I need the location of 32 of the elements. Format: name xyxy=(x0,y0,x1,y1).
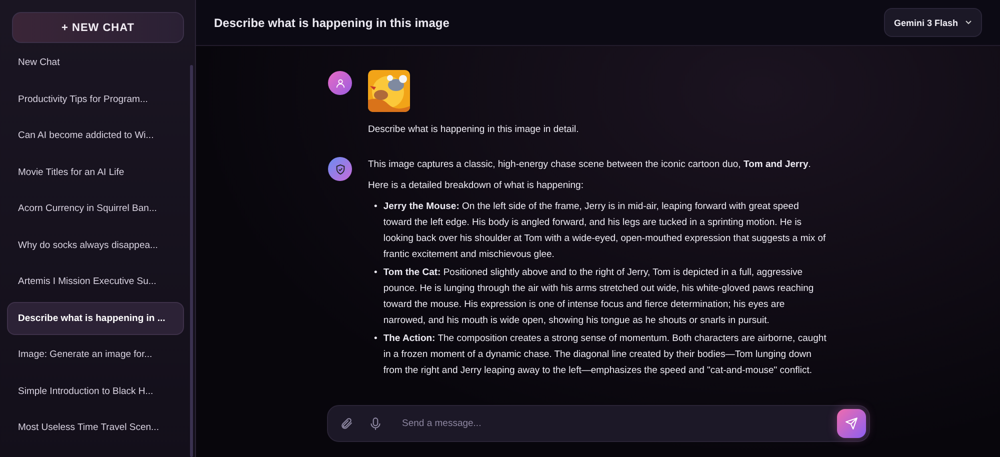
response-paragraph: This image captures a classic, high-energy chase scene between the iconic cartoon duo, Tom and Jerry. xyxy=(368,158,812,172)
chat-history-item[interactable]: Most Useless Time Travel Scen... xyxy=(7,411,184,444)
chevron-down-icon xyxy=(965,20,972,25)
chat-history-item[interactable]: Why do socks always disappea... xyxy=(7,228,184,262)
bullet-marker: • xyxy=(374,200,378,214)
message-input-field[interactable]: Send a message... xyxy=(327,405,870,442)
response-bullet: The Action: The composition creates a strong sense of momentum. Both characters are airborne, caught in a frozen moment of a dynamic chase. The diagonal line created by their bodies—Tom lunging down from the right and Jerry leaping away to the left—emphasizes the speed and "cat-and-mouse" conflict. xyxy=(383,332,828,378)
chat-history-item[interactable]: Productivity Tips for Program... xyxy=(7,82,184,116)
chat-history-item[interactable]: Simple Introduction to Black H... xyxy=(7,374,184,408)
send-icon xyxy=(845,417,858,430)
user-message: Describe what is happening in this image in detail. xyxy=(368,123,580,137)
response-paragraph: Here is a detailed breakdown of what is happening: xyxy=(368,179,584,193)
chat-history-item[interactable]: Movie Titles for an AI Life xyxy=(7,156,184,188)
chat-history-item[interactable]: Image: Generate an image for... xyxy=(7,338,184,371)
paperclip-icon[interactable] xyxy=(340,417,353,430)
response-bullet: Tom the Cat: Positioned slightly above and to the right of Jerry, Tom is depicted in a full, aggressive pounce. He is lunging through the air with his arms stretched out wide, his white-gloved paws reaching toward the mouse. His expression is one of intense focus and fierce determination; his eyes are narrowed, and his mouth is wide open, showing his tongue as he shouts or snarls in pursuit. xyxy=(383,266,815,328)
bullet-marker: • xyxy=(374,332,378,346)
chat-history-item[interactable]: Artemis I Mission Executive Su... xyxy=(7,265,184,298)
chat-history-item[interactable]: Describe what is happening in ... xyxy=(7,302,184,334)
chat-title: Describe what is happening in this image xyxy=(214,16,450,30)
bullet-marker: • xyxy=(374,266,378,280)
new-chat-button[interactable]: + NEW CHAT xyxy=(12,12,184,43)
response-bullet: Jerry the Mouse: On the left side of the frame, Jerry is in mid-air, leaping forward with great speed toward the left edge. His body is angled forward, and his legs are tucked in a sprinting motion. He is looking back over his shoulder at Tom with a wide-eyed, open-mouthed expression that suggests a mix of frantic excitement and mischievous glee. xyxy=(383,200,827,262)
microphone-icon[interactable] xyxy=(369,417,382,431)
chat-history-item[interactable]: New Chat xyxy=(7,46,184,79)
chat-history-item[interactable]: Can AI become addicted to Wi... xyxy=(7,119,184,152)
model-selector[interactable]: Gemini 3 Flash xyxy=(884,8,982,37)
send-button[interactable] xyxy=(837,409,866,438)
scrollbar[interactable] xyxy=(190,65,193,457)
user-avatar xyxy=(328,71,352,95)
chat-history-item[interactable]: Acorn Currency in Squirrel Ban... xyxy=(7,192,184,225)
assistant-avatar xyxy=(328,157,352,181)
